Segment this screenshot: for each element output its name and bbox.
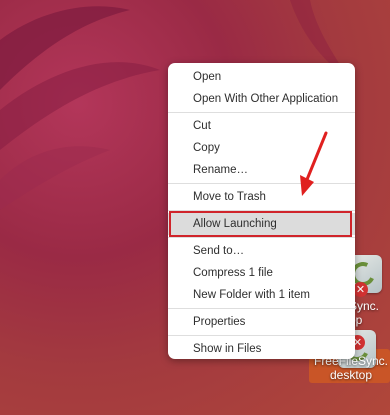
menu-item-compress[interactable]: Compress 1 file	[168, 262, 355, 284]
menu-separator	[168, 335, 355, 336]
menu-item-allow-launching-label: Allow Launching	[193, 218, 277, 230]
menu-item-show-in-files[interactable]: Show in Files	[168, 338, 355, 360]
menu-item-open-with[interactable]: Open With Other Application	[168, 88, 355, 110]
desktop-icon-label-line2: desktop	[329, 368, 373, 382]
menu-separator	[168, 112, 355, 113]
context-menu: Open Open With Other Application Cut Cop…	[168, 63, 355, 359]
menu-item-send-to[interactable]: Send to…	[168, 240, 355, 262]
annotation-arrow-icon	[300, 131, 328, 196]
menu-separator	[168, 210, 355, 211]
menu-separator	[168, 237, 355, 238]
menu-separator	[168, 308, 355, 309]
desktop-background[interactable]: ✕ eFileSync. ktop ✕ FreeFileSync. deskto…	[0, 0, 390, 415]
menu-item-properties[interactable]: Properties	[168, 311, 355, 333]
menu-item-allow-launching[interactable]: Allow Launching	[168, 211, 355, 237]
not-trusted-badge-icon: ✕	[353, 282, 368, 297]
menu-item-new-folder-with-item[interactable]: New Folder with 1 item	[168, 284, 355, 306]
menu-item-open[interactable]: Open	[168, 66, 355, 88]
